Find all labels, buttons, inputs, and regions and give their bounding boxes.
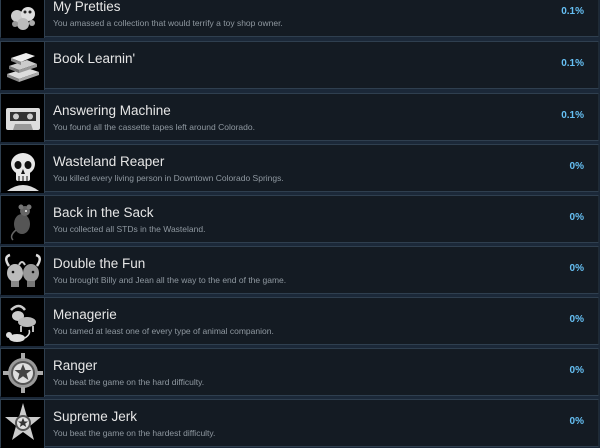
achievement-row-supreme-jerk[interactable]: Supreme Jerk You beat the game on the ha… — [0, 399, 599, 448]
unlock-percentage: 0% — [569, 365, 584, 376]
achievement-title: Answering Machine — [53, 103, 171, 118]
achievement-list: My Pretties You amassed a collection tha… — [0, 0, 600, 448]
unlock-percentage: 0% — [569, 263, 584, 274]
achievement-description: You amassed a collection that would terr… — [53, 18, 283, 28]
achievement-description: You found all the cassette tapes left ar… — [53, 122, 255, 132]
achievement-description: You collected all STDs in the Wasteland. — [53, 224, 206, 234]
achievement-description: You beat the game on the hard difficulty… — [53, 377, 205, 387]
unlock-percentage: 0.1% — [561, 58, 584, 69]
toy-collection-icon — [1, 0, 45, 38]
achievement-title: My Pretties — [53, 0, 121, 14]
unlock-percentage: 0.1% — [561, 6, 584, 17]
achievement-row-my-pretties[interactable]: My Pretties You amassed a collection tha… — [0, 0, 599, 38]
achievement-title: Book Learnin' — [53, 51, 136, 66]
achievement-row-answering-machine[interactable]: Answering Machine You found all the cass… — [0, 93, 599, 142]
books-icon — [1, 42, 45, 90]
achievement-title: Ranger — [53, 358, 98, 373]
star-badge-icon — [1, 400, 45, 448]
unlock-percentage: 0% — [569, 212, 584, 223]
achievement-title: Wasteland Reaper — [53, 154, 165, 169]
animals-icon — [1, 298, 45, 346]
achievement-row-double-the-fun[interactable]: Double the Fun You brought Billy and Jea… — [0, 246, 599, 295]
achievement-description: You brought Billy and Jean all the way t… — [53, 275, 287, 285]
unlock-percentage: 0% — [569, 161, 584, 172]
rodent-icon — [1, 196, 45, 244]
achievement-title: Double the Fun — [53, 256, 146, 271]
achievement-row-ranger[interactable]: Ranger You beat the game on the hard dif… — [0, 348, 599, 397]
achievement-row-wasteland-reaper[interactable]: Wasteland Reaper You killed every living… — [0, 144, 599, 193]
achievement-description: You tamed at least one of every type of … — [53, 326, 274, 336]
skull-icon — [1, 145, 45, 193]
unlock-percentage: 0% — [569, 314, 584, 325]
unlock-percentage: 0% — [569, 416, 584, 427]
cassette-tape-icon — [1, 94, 45, 142]
achievement-description: You beat the game on the hardest difficu… — [53, 428, 216, 438]
achievement-description: You killed every living person in Downto… — [53, 173, 284, 183]
unlock-percentage: 0.1% — [561, 110, 584, 121]
achievement-title: Supreme Jerk — [53, 409, 138, 424]
achievement-row-book-learnin[interactable]: Book Learnin' 0.1% — [0, 41, 599, 90]
achievement-row-menagerie[interactable]: Menagerie You tamed at least one of ever… — [0, 297, 599, 346]
achievement-row-back-in-the-sack[interactable]: Back in the Sack You collected all STDs … — [0, 195, 599, 244]
ranger-badge-icon — [1, 349, 45, 397]
achievement-title: Menagerie — [53, 307, 117, 322]
achievement-title: Back in the Sack — [53, 205, 154, 220]
two-goat-heads-icon — [1, 247, 45, 295]
